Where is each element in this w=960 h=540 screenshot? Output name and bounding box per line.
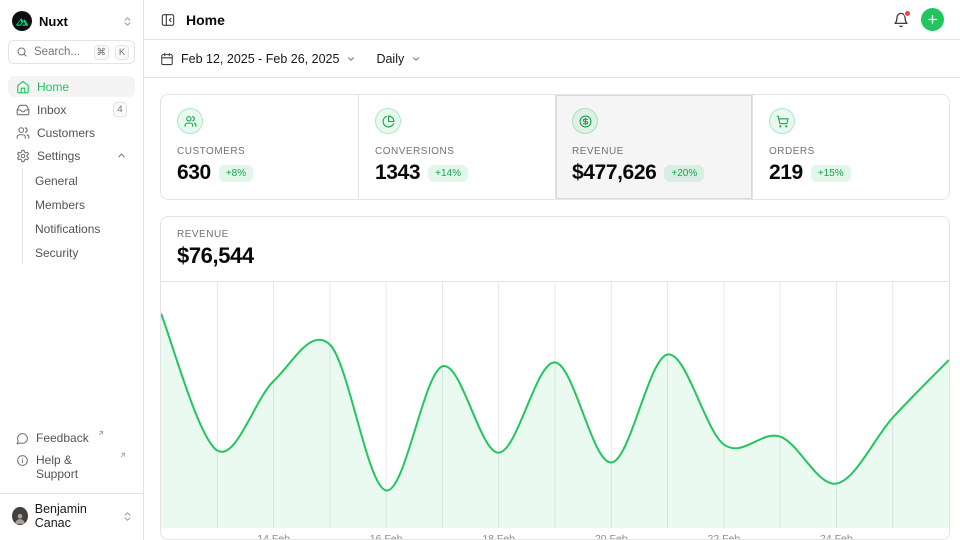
page-header: Home xyxy=(144,0,960,40)
chevron-up-down-icon xyxy=(122,16,133,27)
stat-trend-badge: +20% xyxy=(664,165,704,182)
info-circle-icon xyxy=(16,454,29,467)
user-menu[interactable]: Benjamin Canac xyxy=(0,493,143,532)
chevron-down-icon xyxy=(346,54,356,64)
sidebar-item-label: Customers xyxy=(37,126,95,140)
main-area: Home Feb 12, 2025 - Feb 26, 2025 xyxy=(144,0,960,540)
inbox-icon xyxy=(16,103,30,117)
revenue-chart-svg xyxy=(161,282,949,528)
app-root: Nuxt ⌘ K Home Inb xyxy=(0,0,960,540)
period-select[interactable]: Daily xyxy=(376,52,421,66)
plus-icon xyxy=(926,13,939,26)
stat-trend-badge: +8% xyxy=(219,165,253,182)
kbd-k: K xyxy=(115,45,129,60)
customers-stat-icon xyxy=(177,108,203,134)
date-range-picker[interactable]: Feb 12, 2025 - Feb 26, 2025 xyxy=(160,52,356,66)
stats-row: CUSTOMERS 630 +8% CONVERSIONS 1343 +14% xyxy=(160,94,950,200)
sidebar-item-home[interactable]: Home xyxy=(8,76,135,97)
x-axis: 14 Feb 16 Feb 18 Feb 20 Feb 22 Feb 24 Feb xyxy=(161,528,949,540)
sidebar-item-notifications[interactable]: Notifications xyxy=(23,218,135,240)
revenue-chart-header: REVENUE $76,544 xyxy=(161,217,949,282)
stat-value: 219 xyxy=(769,161,803,185)
nuxt-logo-icon xyxy=(12,11,32,31)
stat-value: $477,626 xyxy=(572,161,656,185)
filters-toolbar: Feb 12, 2025 - Feb 26, 2025 Daily xyxy=(144,40,960,78)
stat-value: 1343 xyxy=(375,161,420,185)
search-icon xyxy=(16,46,28,58)
gear-icon xyxy=(16,149,30,163)
sidebar-item-members[interactable]: Members xyxy=(23,194,135,216)
x-axis-label: 22 Feb xyxy=(708,533,741,540)
sidebar-item-inbox[interactable]: Inbox 4 xyxy=(8,99,135,120)
sidebar: Nuxt ⌘ K Home Inb xyxy=(0,0,144,540)
user-avatar xyxy=(12,507,28,525)
stat-trend-badge: +14% xyxy=(428,165,468,182)
x-axis-label: 14 Feb xyxy=(257,533,290,540)
help-support-link[interactable]: Help & Support xyxy=(8,450,135,484)
dashboard-content: CUSTOMERS 630 +8% CONVERSIONS 1343 +14% xyxy=(144,78,960,540)
inbox-count-badge: 4 xyxy=(113,102,127,117)
period-label: Daily xyxy=(376,52,404,66)
workspace-name: Nuxt xyxy=(39,14,68,29)
stat-trend-badge: +15% xyxy=(811,165,851,182)
revenue-area-chart[interactable] xyxy=(161,282,949,528)
add-button[interactable] xyxy=(921,8,944,31)
feedback-link[interactable]: Feedback xyxy=(8,428,135,448)
settings-submenu: General Members Notifications Security xyxy=(22,168,135,264)
x-axis-label: 20 Feb xyxy=(595,533,628,540)
stat-label: ORDERS xyxy=(769,146,933,157)
feedback-label: Feedback xyxy=(36,431,89,445)
x-axis-label: 24 Feb xyxy=(820,533,853,540)
home-icon xyxy=(16,80,30,94)
revenue-chart-label: REVENUE xyxy=(177,229,933,240)
revenue-chart-card: REVENUE $76,544 14 Feb 16 Feb 18 Feb 20 Feb… xyxy=(160,216,950,540)
shopping-cart-icon xyxy=(769,108,795,134)
notifications-button[interactable] xyxy=(893,12,909,28)
chevron-up-down-icon xyxy=(122,511,133,522)
sidebar-item-label: Home xyxy=(37,80,69,94)
external-link-icon xyxy=(97,429,105,437)
search-input-wrapper[interactable]: ⌘ K xyxy=(8,40,135,64)
stat-label: CONVERSIONS xyxy=(375,146,539,157)
help-support-label: Help & Support xyxy=(36,453,111,481)
x-axis-label: 18 Feb xyxy=(482,533,515,540)
page-title: Home xyxy=(186,12,225,28)
stat-card-conversions[interactable]: CONVERSIONS 1343 +14% xyxy=(358,95,555,199)
sidebar-item-label: Settings xyxy=(37,149,80,163)
stat-card-revenue[interactable]: REVENUE $477,626 +20% xyxy=(555,95,752,199)
sidebar-nav: Home Inbox 4 Customers Settings xyxy=(8,76,135,264)
chevron-up-icon xyxy=(116,150,127,161)
stat-card-orders[interactable]: ORDERS 219 +15% xyxy=(752,95,949,199)
pie-chart-icon xyxy=(375,108,401,134)
search-input[interactable] xyxy=(34,46,88,58)
sidebar-item-settings[interactable]: Settings xyxy=(8,145,135,166)
date-range-label: Feb 12, 2025 - Feb 26, 2025 xyxy=(181,52,339,66)
x-axis-label: 16 Feb xyxy=(370,533,403,540)
sidebar-collapse-icon[interactable] xyxy=(160,12,176,28)
chat-bubble-icon xyxy=(16,432,29,445)
sidebar-footer: Feedback Help & Support Benjamin Canac xyxy=(8,428,135,532)
user-name: Benjamin Canac xyxy=(35,502,115,530)
dollar-circle-icon xyxy=(572,108,598,134)
sidebar-item-label: Inbox xyxy=(37,103,66,117)
sidebar-item-general[interactable]: General xyxy=(23,170,135,192)
workspace-switcher[interactable]: Nuxt xyxy=(8,8,135,40)
external-link-icon xyxy=(119,451,127,459)
users-icon xyxy=(16,126,30,140)
stat-label: CUSTOMERS xyxy=(177,146,342,157)
calendar-icon xyxy=(160,52,174,66)
revenue-chart-value: $76,544 xyxy=(177,243,933,269)
kbd-meta: ⌘ xyxy=(94,45,110,60)
stat-value: 630 xyxy=(177,161,211,185)
sidebar-item-security[interactable]: Security xyxy=(23,242,135,264)
chevron-down-icon xyxy=(411,54,421,64)
sidebar-item-customers[interactable]: Customers xyxy=(8,122,135,143)
stat-label: REVENUE xyxy=(572,146,736,157)
stat-card-customers[interactable]: CUSTOMERS 630 +8% xyxy=(161,95,358,199)
notification-dot xyxy=(904,10,911,17)
